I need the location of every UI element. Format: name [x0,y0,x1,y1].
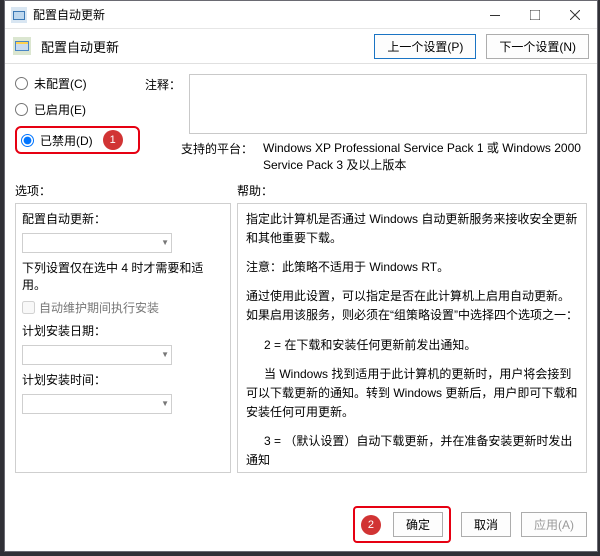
gp-editor-window: 配置自动更新 配置自动更新 上一个设置(P) 下一个设置(N) [4,0,598,552]
options-pane[interactable]: 配置自动更新： ▼ 下列设置仅在选中 4 时才需要和适用。 自动维护期间执行安装… [15,203,231,473]
autoinstall-checkbox-label: 自动维护期间执行安装 [39,299,159,316]
policy-icon [13,37,31,55]
minimize-button[interactable] [475,2,515,28]
comment-platform-block: 注释： 支持的平台： Windows XP Professional Servi… [145,74,587,174]
previous-setting-button[interactable]: 上一个设置(P) [374,34,476,59]
help-p3: 通过使用此设置，可以指定是否在此计算机上启用自动更新。如果启用该服务，则必须在“… [246,287,578,325]
close-button[interactable] [555,2,595,28]
options-header: 选项： [15,182,237,199]
footer: 2 确定 取消 应用(A) [353,506,587,543]
annotation-badge-1: 1 [103,130,123,150]
cancel-button[interactable]: 取消 [461,512,511,537]
upper-section: 未配置(C) 已启用(E) 已禁用(D) 1 注释： 支持的平台： Wi [5,68,597,178]
scheduled-day-label: 计划安装日期： [22,322,224,339]
apply-button[interactable]: 应用(A) [521,512,587,537]
radio-disabled-label: 已禁用(D) [40,132,93,149]
autoinstall-checkbox[interactable] [22,301,35,314]
policy-title: 配置自动更新 [41,37,364,56]
platform-text: Windows XP Professional Service Pack 1 或… [263,140,587,174]
comment-row: 注释： [145,74,587,134]
radio-enabled[interactable]: 已启用(E) [15,100,145,118]
radio-enabled-label: 已启用(E) [34,101,86,118]
help-pane[interactable]: 指定此计算机是否通过 Windows 自动更新服务来接收安全更新和其他重要下载。… [237,203,587,473]
radio-disabled-input[interactable] [21,134,34,147]
mid-headers: 选项： 帮助： [5,180,597,201]
comment-label: 注释： [145,74,181,93]
radio-enabled-input[interactable] [15,103,28,116]
platform-row: 支持的平台： Windows XP Professional Service P… [145,140,587,174]
lower-section: 配置自动更新： ▼ 下列设置仅在选中 4 时才需要和适用。 自动维护期间执行安装… [5,203,597,473]
help-p1: 指定此计算机是否通过 Windows 自动更新服务来接收安全更新和其他重要下载。 [246,210,578,248]
state-radio-group: 未配置(C) 已启用(E) 已禁用(D) 1 [15,74,145,174]
chevron-down-icon: ▼ [161,238,169,247]
annotation-badge-2: 2 [361,515,381,535]
configure-updates-select[interactable]: ▼ [22,233,172,253]
scheduled-time-select[interactable]: ▼ [22,394,172,414]
platform-label: 支持的平台： [145,140,255,174]
scheduled-day-select[interactable]: ▼ [22,345,172,365]
radio-disabled[interactable]: 已禁用(D) [21,131,93,149]
autoinstall-checkbox-row[interactable]: 自动维护期间执行安装 [22,299,224,316]
toolbar: 配置自动更新 上一个设置(P) 下一个设置(N) [5,29,597,63]
ok-button[interactable]: 确定 [393,512,443,537]
radio-not-configured-label: 未配置(C) [34,75,87,92]
window-title: 配置自动更新 [33,6,475,23]
chevron-down-icon: ▼ [161,350,169,359]
app-icon [11,7,27,23]
help-p4: 2 = 在下载和安装任何更新前发出通知。 [246,336,578,355]
divider [5,63,597,64]
chevron-down-icon: ▼ [161,399,169,408]
help-p6: 3 = （默认设置）自动下载更新，并在准备安装更新时发出通知 [246,432,578,470]
continue-note: 下列设置仅在选中 4 时才需要和适用。 [22,259,224,293]
next-setting-button[interactable]: 下一个设置(N) [486,34,589,59]
help-p2: 注意：此策略不适用于 Windows RT。 [246,258,578,277]
callout-ok: 2 确定 [353,506,451,543]
scheduled-time-label: 计划安装时间： [22,371,224,388]
titlebar: 配置自动更新 [5,1,597,29]
help-p5: 当 Windows 找到适用于此计算机的更新时，用户将会接到可以下载更新的通知。… [246,365,578,423]
maximize-button[interactable] [515,2,555,28]
help-header: 帮助： [237,182,273,199]
configure-updates-label: 配置自动更新： [22,210,224,227]
radio-not-configured[interactable]: 未配置(C) [15,74,145,92]
callout-disabled: 已禁用(D) 1 [15,126,140,154]
comment-textarea[interactable] [189,74,587,134]
radio-not-configured-input[interactable] [15,77,28,90]
